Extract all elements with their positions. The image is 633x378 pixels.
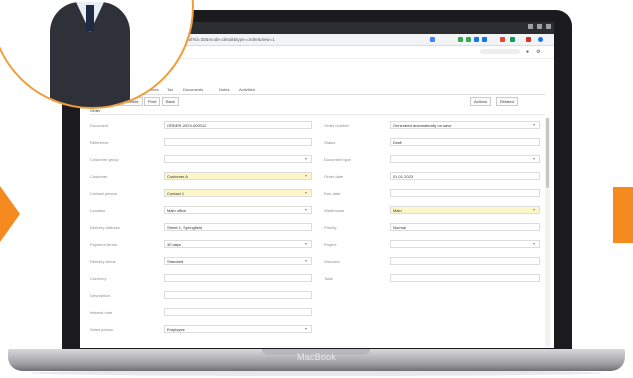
form-field[interactable]: Street 1, Springfield (164, 223, 312, 231)
field-label: Warehouse (324, 208, 345, 213)
field-label: Document type (324, 157, 351, 162)
field-label: Description (90, 293, 111, 298)
field-label: Location (90, 208, 106, 213)
section-title: Order (90, 107, 545, 115)
form-field[interactable]: Contact 1 (164, 189, 312, 197)
form-field[interactable] (390, 274, 540, 282)
field-label: Project (324, 242, 337, 247)
chevron-down-icon[interactable]: ▾ (533, 207, 535, 212)
field-label: Due date (324, 191, 341, 196)
tab-notes[interactable]: Notes (216, 86, 232, 94)
field-label: Order number (324, 123, 349, 128)
field-label: Customer group (90, 157, 119, 162)
form-field[interactable] (164, 274, 312, 282)
extension-icon[interactable] (458, 37, 463, 42)
settings-icon[interactable]: ⚙ (536, 49, 540, 55)
form-field[interactable]: Standard (164, 257, 312, 265)
chevron-down-icon[interactable]: ▾ (305, 241, 307, 246)
search-input[interactable] (480, 49, 520, 54)
minimize-icon[interactable] (528, 24, 533, 29)
field-label: Status (324, 140, 336, 145)
form-field[interactable] (164, 291, 312, 299)
form-field[interactable]: Employee (164, 325, 312, 333)
chevron-down-icon[interactable]: ▾ (305, 258, 307, 263)
extension-icon[interactable] (474, 37, 479, 42)
form-field[interactable] (164, 138, 312, 146)
chevron-down-icon[interactable]: ▾ (533, 156, 535, 161)
form-field[interactable]: Main (390, 206, 540, 214)
chevron-down-icon[interactable]: ▾ (533, 122, 535, 127)
tie-shape (86, 5, 94, 31)
form-field[interactable]: Generated automatically on save (390, 121, 540, 129)
form-field[interactable] (164, 155, 312, 163)
form-field[interactable]: ORDER-2023-000012 (164, 121, 312, 129)
extension-icon[interactable] (500, 37, 505, 42)
chevron-down-icon[interactable]: ▾ (305, 156, 307, 161)
field-label: Delivery address (90, 225, 120, 230)
field-label: Document (90, 123, 109, 128)
field-label: Discount (324, 259, 340, 264)
extension-icon[interactable] (510, 37, 515, 42)
extension-icon[interactable] (430, 37, 435, 42)
field-label: Priority (324, 225, 337, 230)
tab-activities[interactable]: Activities (236, 86, 258, 94)
field-label: Total (324, 276, 333, 281)
tab-tax[interactable]: Tax (164, 86, 176, 94)
form-field[interactable]: Customer A (164, 172, 312, 180)
chevron-down-icon[interactable]: ▾ (305, 207, 307, 212)
field-label: Order date (324, 174, 344, 179)
form-field[interactable] (390, 189, 540, 197)
chevron-down-icon[interactable]: ▾ (305, 173, 307, 178)
actions-button[interactable]: Actions (470, 97, 492, 106)
maximize-icon[interactable] (537, 24, 542, 29)
form-field[interactable] (390, 155, 540, 163)
form-field[interactable]: Draft (390, 138, 540, 146)
form-field[interactable]: Main office (164, 206, 312, 214)
related-button[interactable]: Related (496, 97, 518, 106)
extension-icon[interactable] (466, 37, 471, 42)
close-icon[interactable] (546, 24, 551, 29)
field-label: Delivery terms (90, 259, 116, 264)
print-button[interactable]: Print (144, 97, 161, 106)
form-field[interactable]: 01.01.2023 (390, 172, 540, 180)
field-label: Contact person (90, 191, 118, 196)
back-button[interactable]: Back (162, 97, 179, 106)
field-label: Sales person (90, 327, 114, 332)
chevron-down-icon[interactable]: ▾ (305, 326, 307, 331)
field-label: Payment terms (90, 242, 117, 247)
field-label: Internal note (90, 310, 113, 315)
field-label: Currency (90, 276, 107, 281)
laptop-brand: MacBook (297, 352, 336, 362)
toolbar: New Save Delete Print Back Actions Relat… (90, 97, 545, 106)
form-field[interactable] (164, 308, 312, 316)
extension-icon[interactable] (482, 37, 487, 42)
form-field[interactable] (390, 240, 540, 248)
chevron-down-icon[interactable]: ▾ (533, 241, 535, 246)
tab-documents[interactable]: Documents (180, 86, 206, 94)
extension-icon[interactable] (526, 37, 531, 42)
form-field[interactable] (390, 257, 540, 265)
scrollbar-thumb[interactable] (546, 118, 549, 188)
profile-icon[interactable] (538, 37, 543, 42)
form-field[interactable]: 30 days (164, 240, 312, 248)
user-icon[interactable]: ● (526, 49, 529, 55)
form-field[interactable]: Normal (390, 223, 540, 231)
tab-bar: General Details Lines Tax Documents Note… (90, 86, 545, 95)
field-label: Reference (90, 140, 109, 145)
chevron-down-icon[interactable]: ▾ (305, 190, 307, 195)
orange-arrow-right (613, 187, 633, 243)
field-label: Customer (90, 174, 108, 179)
orange-arrow-left (0, 186, 20, 242)
